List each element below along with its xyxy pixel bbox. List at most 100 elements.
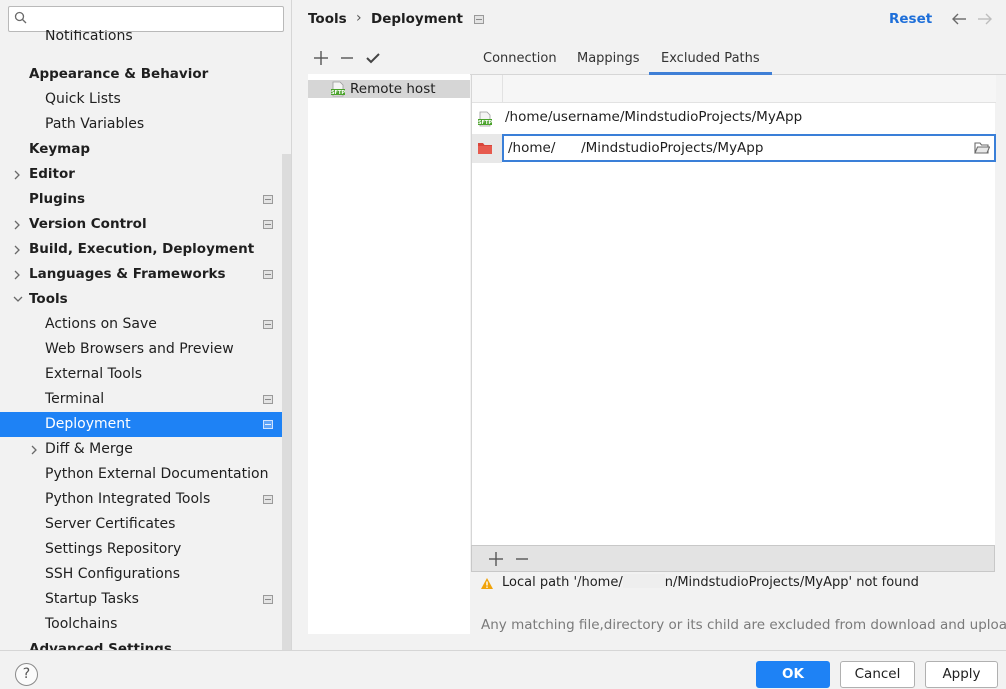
sidebar-item-label: Editor	[29, 166, 75, 182]
breadcrumb-deployment: Deployment	[371, 11, 464, 27]
sidebar-item-settings-repository[interactable]: Settings Repository	[0, 537, 291, 562]
chevron-right-icon[interactable]	[12, 162, 24, 187]
reset-link[interactable]: Reset	[889, 11, 932, 27]
sidebar-item-keymap[interactable]: Keymap	[0, 137, 291, 162]
sidebar-item-label: External Tools	[45, 366, 143, 382]
chevron-down-icon[interactable]	[12, 287, 24, 312]
sidebar-item-diff-merge[interactable]: Diff & Merge	[0, 437, 291, 462]
tab-connection[interactable]: Connection	[483, 44, 557, 75]
sidebar-item-ssh-configurations[interactable]: SSH Configurations	[0, 562, 291, 587]
remove-path-icon[interactable]	[512, 549, 532, 569]
sidebar-item-build-execution-deployment[interactable]: Build, Execution, Deployment	[0, 237, 291, 262]
project-level-icon	[263, 320, 273, 329]
tab-mappings[interactable]: Mappings	[577, 44, 640, 75]
sidebar-item-deployment[interactable]: Deployment	[0, 412, 291, 437]
warning-text: Local path '/home/n/MindstudioProjects/M…	[502, 574, 919, 592]
deployment-tabs: Connection Mappings Excluded Paths	[470, 44, 1006, 75]
add-path-icon[interactable]	[486, 549, 506, 569]
table-header	[472, 75, 996, 103]
chevron-right-icon[interactable]	[12, 237, 24, 262]
add-server-icon[interactable]	[310, 47, 332, 69]
chevron-right-icon[interactable]	[12, 262, 24, 287]
apply-button[interactable]: Apply	[925, 661, 998, 688]
sidebar-item-editor[interactable]: Editor	[0, 162, 291, 187]
sftp-icon: SFTP	[478, 111, 492, 127]
sidebar-item-terminal[interactable]: Terminal	[0, 387, 291, 412]
project-level-icon	[474, 15, 484, 24]
sidebar-item-server-certificates[interactable]: Server Certificates	[0, 512, 291, 537]
sidebar-item-path-variables[interactable]: Path Variables	[0, 112, 291, 137]
local-folder-icon	[478, 143, 492, 154]
sidebar-item-web-browsers-and-preview[interactable]: Web Browsers and Preview	[0, 337, 291, 362]
sidebar-item-plugins[interactable]: Plugins	[0, 187, 291, 212]
sidebar-item-label: Toolchains	[45, 616, 118, 632]
sidebar-item-label: Startup Tasks	[45, 591, 139, 607]
sidebar-item-python-external-documentation[interactable]: Python External Documentation	[0, 462, 291, 487]
sidebar-item-label: Actions on Save	[45, 316, 157, 332]
project-level-icon	[263, 395, 273, 404]
breadcrumb-tools[interactable]: Tools	[308, 11, 347, 27]
sidebar-item-version-control[interactable]: Version Control	[0, 212, 291, 237]
sidebar-scrollbar[interactable]	[282, 154, 291, 650]
excluded-path-text: /home/username/MindstudioProjects/MyApp	[505, 109, 803, 125]
svg-text:SFTP: SFTP	[478, 120, 492, 126]
svg-text:SFTP: SFTP	[331, 90, 345, 96]
project-level-icon	[263, 220, 273, 229]
project-level-icon	[263, 595, 273, 604]
browse-folder-icon[interactable]	[974, 141, 990, 155]
ok-button[interactable]: OK	[756, 661, 830, 688]
tab-excluded-paths[interactable]: Excluded Paths	[649, 44, 772, 75]
deployment-detail-panel: Connection Mappings Excluded Paths SFTP …	[470, 44, 1006, 650]
sidebar-item-appearance-behavior[interactable]: Appearance & Behavior	[0, 62, 291, 87]
back-arrow-icon[interactable]	[950, 11, 968, 27]
help-button[interactable]: ?	[15, 663, 38, 686]
sidebar-item-toolchains[interactable]: Toolchains	[0, 612, 291, 637]
settings-sidebar: Notifications Appearance & Behavior Quick …	[0, 0, 292, 650]
project-level-icon	[263, 270, 273, 279]
warning-text-suffix: n/MindstudioProjects/MyApp' not found	[664, 575, 919, 590]
excluded-paths-hint: Any matching file,directory or its child…	[481, 617, 1006, 633]
chevron-right-icon[interactable]	[29, 437, 41, 462]
sidebar-item-label: Plugins	[29, 191, 86, 207]
settings-header: Tools › Deployment Reset	[292, 0, 1006, 40]
sidebar-item-actions-on-save[interactable]: Actions on Save	[0, 312, 291, 337]
settings-search-input[interactable]	[37, 9, 277, 29]
cancel-button[interactable]: Cancel	[840, 661, 915, 688]
sidebar-item-quick-lists[interactable]: Quick Lists	[0, 87, 291, 112]
sidebar-item-label: Web Browsers and Preview	[45, 341, 234, 357]
sidebar-item-label: Diff & Merge	[45, 441, 133, 457]
sidebar-item-python-integrated-tools[interactable]: Python Integrated Tools	[0, 487, 291, 512]
sidebar-item-label: Appearance & Behavior	[29, 66, 209, 82]
sidebar-item-label: Quick Lists	[45, 91, 121, 107]
project-level-icon	[263, 495, 273, 504]
excluded-paths-table: SFTP /home/username/MindstudioProjects/M…	[471, 75, 996, 545]
remove-server-icon[interactable]	[336, 47, 358, 69]
sidebar-item-advanced-settings[interactable]: Advanced Settings	[0, 637, 291, 650]
server-item-remote-host[interactable]: SFTP Remote host	[308, 80, 470, 98]
sidebar-item-languages-frameworks[interactable]: Languages & Frameworks	[0, 262, 291, 287]
search-icon	[14, 11, 27, 24]
sidebar-item-startup-tasks[interactable]: Startup Tasks	[0, 587, 291, 612]
sidebar-item-label: Python External Documentation	[45, 466, 269, 482]
dialog-footer: ? OK Cancel Apply	[0, 650, 1006, 689]
path-warning: Local path '/home/n/MindstudioProjects/M…	[480, 574, 1000, 594]
sidebar-item-label: Terminal	[45, 391, 105, 407]
excluded-path-input[interactable]	[508, 138, 968, 158]
table-row[interactable]: SFTP /home/username/MindstudioProjects/M…	[472, 104, 996, 133]
table-row-editing[interactable]	[472, 134, 996, 163]
sidebar-item-label: Tools	[29, 291, 68, 307]
excluded-path-field[interactable]	[502, 134, 996, 162]
sidebar-item-external-tools[interactable]: External Tools	[0, 362, 291, 387]
settings-search-box[interactable]	[8, 6, 284, 32]
chevron-right-icon[interactable]	[12, 212, 24, 237]
sftp-icon: SFTP	[331, 81, 345, 97]
sidebar-item-label: Deployment	[45, 416, 131, 432]
servers-list: SFTP Remote host	[308, 74, 470, 634]
sidebar-item-tools[interactable]: Tools	[0, 287, 291, 312]
redacted-mask	[622, 574, 665, 588]
sidebar-item-label: SSH Configurations	[45, 566, 180, 582]
sidebar-item-label: Advanced Settings	[29, 641, 172, 650]
forward-arrow-icon[interactable]	[976, 11, 994, 27]
set-default-check-icon[interactable]	[362, 47, 384, 69]
warning-text-prefix: Local path '/home/	[502, 575, 623, 590]
